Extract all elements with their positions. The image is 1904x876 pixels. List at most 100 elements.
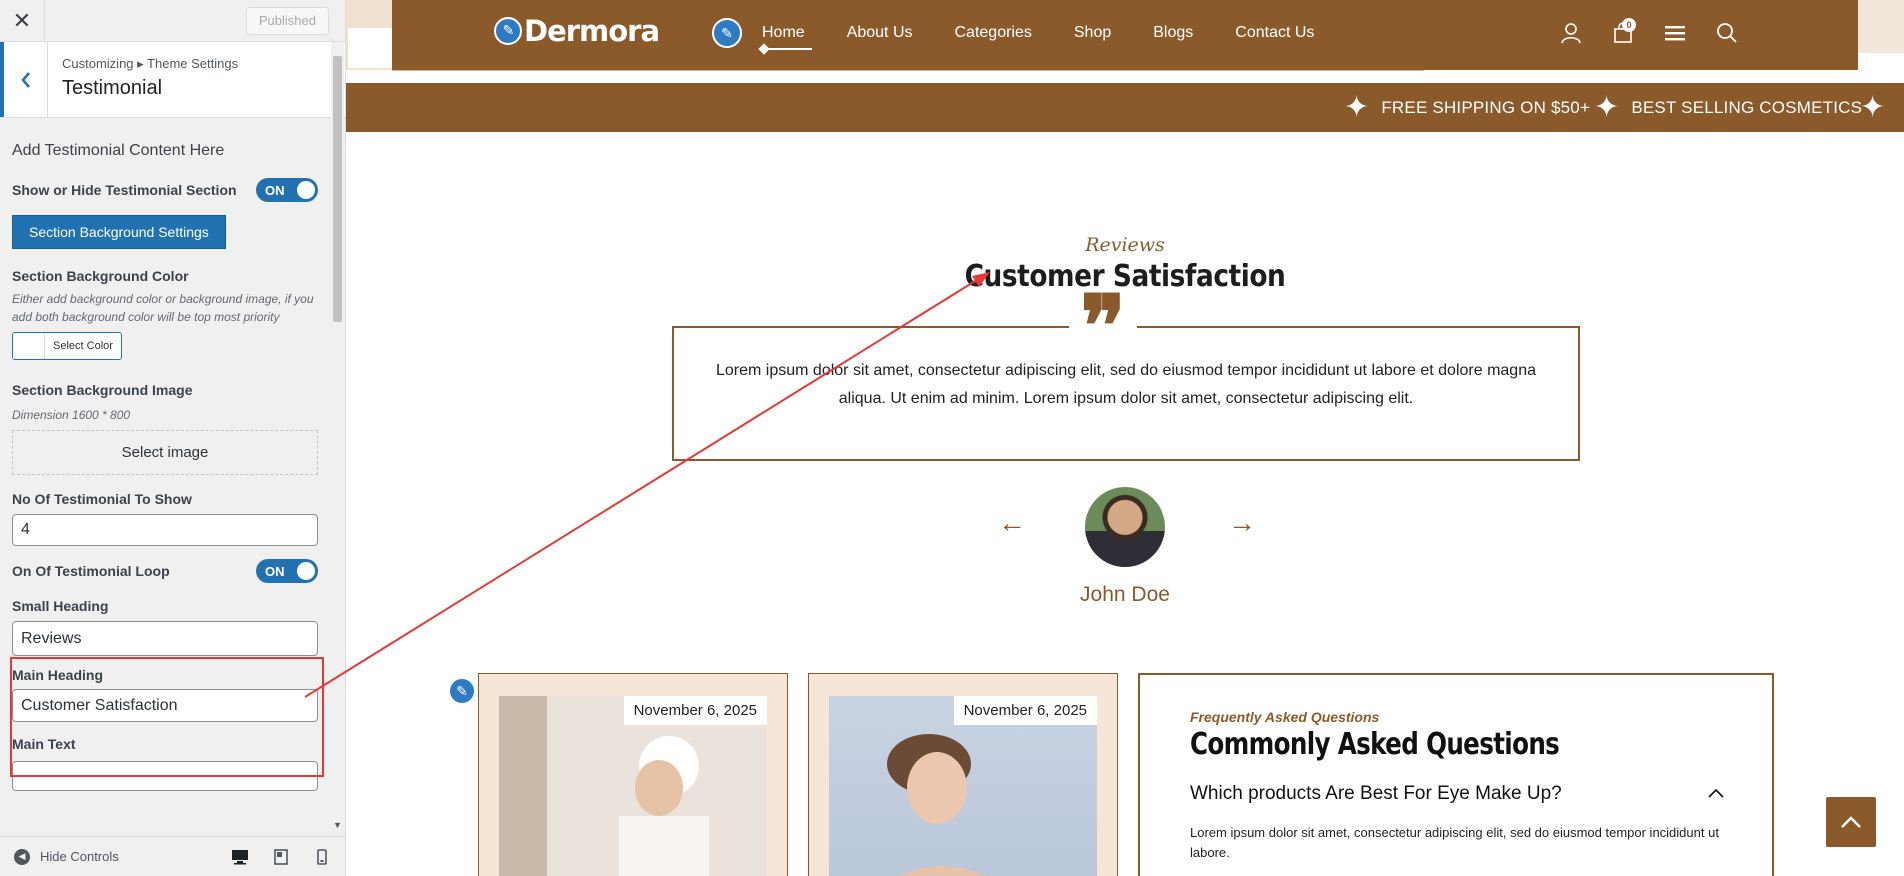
nav-home[interactable]: Home	[758, 24, 812, 55]
section-title: Testimonial	[62, 77, 163, 99]
header-left-white	[348, 28, 392, 68]
quote-icon: ❞	[1069, 284, 1137, 368]
cart-count-badge: 0	[1622, 18, 1636, 32]
loop-label: On Of Testimonial Loop	[12, 563, 170, 579]
customizer-footer: ◀ Hide Controls	[0, 836, 345, 876]
toggle-state: ON	[265, 563, 285, 579]
blog-card-date: November 6, 2025	[953, 696, 1097, 725]
reviewer-name: John Doe	[1080, 583, 1170, 606]
faq-panel: Frequently Asked Questions Commonly Aske…	[1138, 673, 1774, 876]
close-customizer-button[interactable]: ✕	[0, 0, 45, 42]
site-preview: ✎ Dermora ✎ Home About Us Categories Sho…	[346, 0, 1904, 876]
nav-blogs[interactable]: Blogs	[1153, 24, 1193, 42]
active-diamond	[758, 43, 770, 55]
logo-edit-icon[interactable]: ✎	[494, 17, 522, 45]
faq-question-text: Which products Are Best For Eye Make Up?	[1190, 783, 1562, 804]
bg-color-label: Section Background Color	[12, 268, 189, 284]
section-background-settings-button[interactable]: Section Background Settings	[12, 215, 226, 249]
reviewer-avatar	[1085, 487, 1165, 567]
ticker-item: ✦ BEST SELLING COSMETICS	[1594, 83, 1862, 132]
ticker-text: FREE SHIPPING ON $50+	[1381, 97, 1591, 117]
nav-shop[interactable]: Shop	[1074, 24, 1111, 42]
header-divider	[392, 70, 1424, 71]
bg-color-description: Either add background color or backgroun…	[12, 292, 314, 324]
blog-card-date: November 6, 2025	[623, 696, 767, 725]
prev-arrow-icon[interactable]: ←	[998, 507, 1026, 539]
bg-image-dimension: Dimension 1600 * 800	[12, 408, 131, 422]
sidebar-scroll-thumb[interactable]	[333, 56, 342, 322]
nav-contact-us[interactable]: Contact Us	[1235, 24, 1314, 42]
hide-controls-icon[interactable]: ◀	[14, 848, 30, 865]
scroll-down-icon[interactable]: ▼	[333, 820, 342, 830]
menu-icon[interactable]	[1664, 22, 1686, 49]
logo-text: Dermora	[524, 14, 660, 48]
sparkle-icon: ✦	[1594, 90, 1620, 124]
breadcrumb: Customizing ▸ Theme Settings	[62, 56, 239, 71]
faq-main-heading: Commonly Asked Questions	[1190, 727, 1560, 762]
back-button[interactable]	[0, 42, 48, 117]
scroll-to-top-button[interactable]	[1826, 797, 1876, 847]
header-icons: 0	[1560, 18, 1738, 49]
sparkle-icon: ✦	[1860, 90, 1886, 124]
sparkle-icon: ✦	[1344, 90, 1370, 124]
faq-answer: Lorem ipsum dolor sit amet, consectetur …	[1190, 825, 1719, 860]
loop-toggle[interactable]: ON	[256, 559, 318, 583]
user-icon[interactable]	[1560, 22, 1582, 49]
section-header: Customizing ▸ Theme Settings Testimonial	[0, 42, 345, 118]
show-section-label: Show or Hide Testimonial Section	[12, 182, 237, 198]
bg-image-label: Section Background Image	[12, 382, 193, 398]
small-heading-input[interactable]	[12, 621, 318, 656]
blog-edit-shortcut-icon[interactable]: ✎	[448, 677, 476, 705]
toggle-knob	[297, 181, 315, 199]
testimonial-small-heading: Reviews	[1085, 234, 1165, 256]
select-image-button[interactable]: Select image	[12, 430, 318, 475]
main-nav: Home About Us Categories Shop Blogs Cont…	[758, 24, 1356, 55]
testimonial-count-input[interactable]	[12, 514, 318, 546]
nav-edit-shortcut-icon[interactable]: ✎	[712, 18, 742, 48]
ticker-item: ✦	[1860, 83, 1897, 132]
nav-home-label: Home	[762, 24, 805, 41]
toggle-knob	[297, 562, 315, 580]
customizer-sidebar: ✕ Published Customizing ▸ Theme Settings…	[0, 0, 346, 876]
blog-card[interactable]: November 6, 2025	[808, 673, 1118, 876]
color-picker-wrap: Select Color	[12, 332, 333, 364]
show-section-row: Show or Hide Testimonial Section ON	[12, 178, 318, 202]
small-heading-label: Small Heading	[12, 598, 109, 614]
header-right-edge	[1858, 0, 1904, 53]
desktop-preview-icon[interactable]	[229, 846, 251, 868]
customizer-topbar: ✕ Published	[0, 0, 345, 42]
site-header: ✎ Dermora ✎ Home About Us Categories Sho…	[392, 0, 1858, 70]
ticker-item: ✦ FREE SHIPPING ON $50+	[1344, 83, 1590, 132]
intro-text: Add Testimonial Content Here	[12, 142, 225, 159]
toggle-state: ON	[265, 182, 285, 198]
chevron-up-icon	[1841, 816, 1861, 828]
search-icon[interactable]	[1716, 22, 1738, 49]
cart-icon[interactable]: 0	[1612, 18, 1636, 49]
promo-ticker: ✦ FREE SHIPPING ON $50+ ✦ BEST SELLING COS…	[346, 83, 1904, 132]
published-button[interactable]: Published	[245, 6, 329, 35]
mobile-preview-icon[interactable]	[311, 846, 333, 868]
header-left-edge	[346, 0, 392, 70]
faq-question[interactable]: Which products Are Best For Eye Make Up?	[1190, 783, 1725, 805]
nav-categories[interactable]: Categories	[955, 24, 1032, 42]
show-section-toggle[interactable]: ON	[256, 178, 318, 202]
select-color-label: Select Color	[53, 340, 113, 352]
hide-controls-button[interactable]: Hide Controls	[40, 849, 119, 864]
count-label: No Of Testimonial To Show	[12, 491, 192, 507]
annotation-highlight-box	[10, 657, 324, 777]
faq-small-heading: Frequently Asked Questions	[1190, 709, 1380, 725]
chevron-up-icon[interactable]	[1707, 783, 1725, 805]
site-logo[interactable]: ✎ Dermora	[494, 14, 660, 48]
blog-card[interactable]: November 6, 2025	[478, 673, 788, 876]
select-color-button[interactable]: Select Color	[12, 332, 122, 360]
color-swatch	[13, 333, 45, 359]
loop-row: On Of Testimonial Loop ON	[12, 559, 318, 583]
chevron-left-icon	[20, 71, 30, 88]
tablet-preview-icon[interactable]	[270, 846, 292, 868]
bg-settings-wrap: Section Background Settings	[12, 215, 333, 249]
active-underline	[764, 48, 812, 50]
nav-about-us[interactable]: About Us	[847, 24, 913, 42]
next-arrow-icon[interactable]: →	[1228, 507, 1256, 539]
ticker-text: BEST SELLING COSMETICS	[1631, 97, 1863, 117]
testimonial-quote-text: Lorem ipsum dolor sit amet, consectetur …	[716, 362, 1536, 407]
